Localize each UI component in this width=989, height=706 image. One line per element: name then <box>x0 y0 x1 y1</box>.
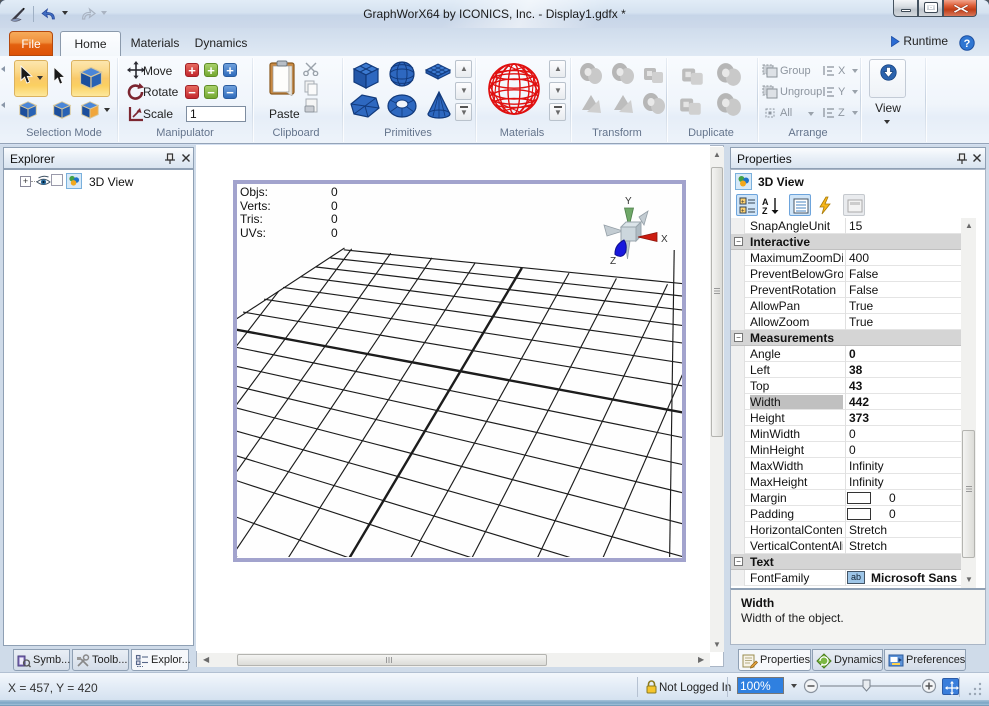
svg-text:+: + <box>741 200 745 206</box>
svg-text:+: + <box>741 209 745 215</box>
svg-text:X: X <box>661 234 668 245</box>
svg-text:Y: Y <box>625 196 632 207</box>
svg-text:Z: Z <box>762 206 768 215</box>
svg-text:Z: Z <box>610 256 616 267</box>
svg-text:?: ? <box>964 38 971 50</box>
